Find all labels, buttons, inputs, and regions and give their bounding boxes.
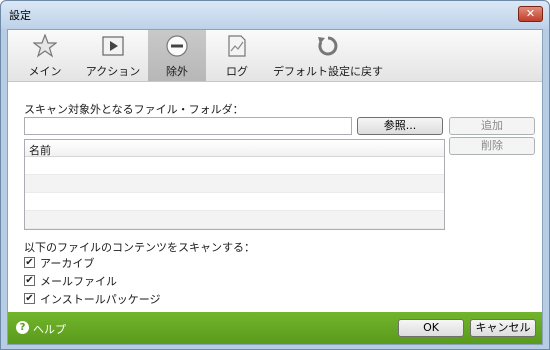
tab-main[interactable]: メイン — [14, 30, 76, 81]
delete-button[interactable]: 削除 — [449, 137, 535, 155]
help-icon[interactable]: ? — [16, 321, 29, 334]
list-item[interactable] — [25, 175, 444, 193]
tab-action[interactable]: アクション — [78, 30, 148, 81]
mail-file-label[interactable]: メールファイル — [40, 273, 117, 289]
dialog-client-area: メイン アクション 除外 ログ デフォルト設定に戻す スキャン対象外となるファイ… — [7, 29, 543, 345]
tab-action-label: アクション — [85, 65, 141, 78]
exclusion-path-input[interactable] — [24, 117, 352, 135]
browse-button[interactable]: 参照... — [357, 117, 443, 135]
list-header-name[interactable]: 名前 — [25, 140, 444, 157]
window-title: 設定 — [9, 9, 31, 22]
title-bar: 設定 ✕ — [1, 1, 549, 29]
help-link[interactable]: ヘルプ — [33, 321, 66, 337]
log-chart-icon — [228, 35, 246, 57]
tab-log[interactable]: ログ — [208, 30, 266, 81]
list-item[interactable] — [25, 157, 444, 175]
list-item[interactable] — [25, 211, 444, 229]
add-button[interactable]: 追加 — [449, 117, 535, 135]
install-package-label[interactable]: インストールパッケージ — [40, 291, 161, 307]
dialog-footer: ? ヘルプ OK キャンセル — [8, 312, 542, 344]
tab-log-label: ログ — [226, 65, 248, 78]
archive-checkbox[interactable]: ✔ — [24, 257, 35, 268]
mail-file-checkbox[interactable]: ✔ — [24, 275, 35, 286]
toolbar: メイン アクション 除外 ログ デフォルト設定に戻す — [8, 30, 542, 82]
tab-exclusion-label: 除外 — [166, 65, 188, 78]
tab-restore-defaults-label: デフォルト設定に戻す — [273, 65, 383, 78]
tab-main-label: メイン — [28, 65, 62, 78]
ok-button[interactable]: OK — [398, 319, 464, 337]
archive-label[interactable]: アーカイブ — [40, 255, 94, 271]
restore-icon — [318, 36, 338, 56]
list-item[interactable] — [25, 193, 444, 211]
install-package-checkbox[interactable]: ✔ — [24, 293, 35, 304]
exclusion-list[interactable]: 名前 — [24, 139, 445, 230]
content-scan-section-label: 以下のファイルのコンテンツをスキャンする： — [24, 241, 255, 254]
exclusion-section-label: スキャン対象外となるファイル・フォルダ： — [24, 103, 244, 116]
tab-restore-defaults[interactable]: デフォルト設定に戻す — [270, 30, 386, 81]
tab-exclusion[interactable]: 除外 — [148, 30, 206, 81]
cancel-button[interactable]: キャンセル — [470, 319, 536, 337]
close-button[interactable]: ✕ — [518, 6, 543, 22]
settings-window: 設定 ✕ メイン アクション 除外 ログ デフォルト設定に戻す スキャン対象外と… — [0, 0, 550, 350]
minus-circle-icon — [166, 35, 188, 57]
play-icon — [102, 36, 124, 56]
star-icon — [33, 34, 57, 58]
